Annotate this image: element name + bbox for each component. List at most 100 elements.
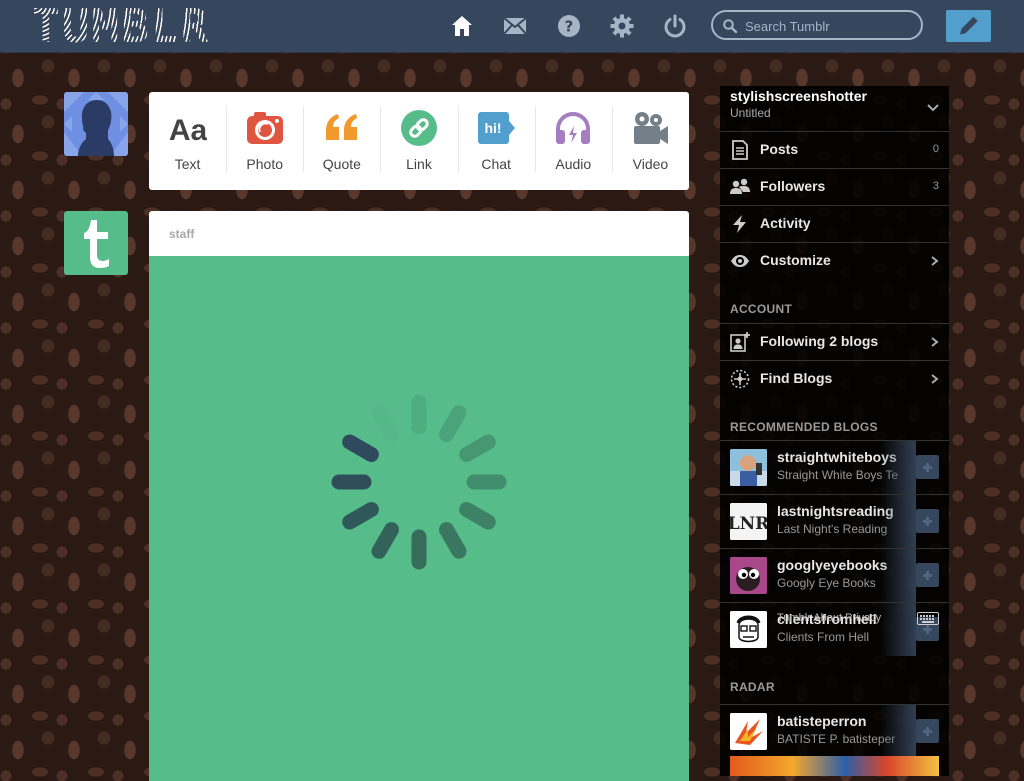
spinner-segment bbox=[439, 405, 467, 442]
recommended-blog[interactable]: googlyeyebooks Googly Eye Books bbox=[720, 548, 949, 602]
sidebar-item-label: Customize bbox=[760, 252, 831, 268]
sidebar-item-find-blogs[interactable]: Find Blogs bbox=[720, 360, 949, 396]
post-type-text[interactable]: Aa Text bbox=[149, 92, 226, 190]
post-type-photo[interactable]: Photo bbox=[226, 92, 303, 190]
post-type-quote[interactable]: Quote bbox=[303, 92, 380, 190]
svg-text:hi!: hi! bbox=[485, 120, 502, 136]
sidebar-item-label: Following 2 blogs bbox=[760, 333, 879, 349]
help-icon[interactable]: ? bbox=[557, 14, 581, 38]
post-author[interactable]: staff bbox=[169, 227, 194, 241]
link-icon bbox=[400, 110, 437, 146]
fade-overlay bbox=[880, 603, 916, 656]
sidebar-item-activity[interactable]: Activity bbox=[720, 205, 949, 241]
sidebar-item-count: 0 bbox=[932, 143, 939, 155]
radar-heading: RADAR bbox=[730, 680, 775, 694]
footer-links[interactable]: Tumblr About Privacy bbox=[777, 612, 881, 624]
recommended-blog[interactable]: LNR lastnightsreading Last Night's Readi… bbox=[720, 494, 949, 548]
blog-avatar[interactable] bbox=[730, 611, 767, 648]
cartoon-face-icon bbox=[730, 611, 767, 648]
posts-icon bbox=[732, 140, 748, 160]
post-type-video[interactable]: Video bbox=[611, 92, 689, 190]
radar-blog[interactable]: batisteperron BATISTE P. batisteper bbox=[720, 704, 949, 758]
recommended-blog[interactable]: clientsfromhell Clients From Hell bbox=[720, 602, 949, 656]
sidebar-item-count: 3 bbox=[932, 180, 939, 192]
chat-icon: hi! bbox=[478, 112, 516, 144]
chevron-down-icon bbox=[927, 104, 939, 112]
search-input[interactable] bbox=[743, 16, 917, 36]
spinner-segment bbox=[342, 434, 379, 462]
keyboard-icon[interactable] bbox=[917, 612, 939, 625]
chevron-right-icon bbox=[931, 337, 939, 347]
lightning-icon bbox=[733, 215, 746, 233]
blog-avatar[interactable]: LNR bbox=[730, 503, 767, 540]
follow-button[interactable] bbox=[916, 719, 939, 743]
post-type-label: Photo bbox=[246, 156, 283, 172]
text-icon: Aa bbox=[169, 114, 207, 146]
account-heading: ACCOUNT bbox=[730, 302, 793, 316]
recommended-blogs-heading: RECOMMENDED BLOGS bbox=[730, 420, 878, 434]
loading-spinner-icon bbox=[331, 394, 507, 570]
top-navigation-bar: TUMBLR ? bbox=[0, 0, 1024, 53]
pencil-icon bbox=[960, 15, 980, 35]
tumblr-t-icon bbox=[84, 220, 109, 268]
search-box[interactable] bbox=[711, 10, 923, 40]
spinner-segment bbox=[342, 502, 379, 530]
follow-button[interactable] bbox=[916, 509, 939, 533]
user-avatar[interactable] bbox=[64, 92, 128, 156]
sidebar-item-label: Activity bbox=[760, 215, 811, 231]
followers-icon bbox=[730, 178, 750, 194]
video-camera-icon bbox=[634, 112, 669, 144]
blog-avatar[interactable] bbox=[730, 449, 767, 486]
post-type-audio[interactable]: Audio bbox=[534, 92, 612, 190]
sidebar-item-posts[interactable]: Posts 0 bbox=[720, 131, 949, 167]
post-media bbox=[149, 256, 689, 781]
flame-bird-icon bbox=[730, 713, 767, 750]
follow-button[interactable] bbox=[916, 455, 939, 479]
tumblr-logo[interactable]: TUMBLR bbox=[32, 2, 210, 50]
lnr-logo-icon: LNR bbox=[730, 503, 767, 540]
fade-overlay bbox=[880, 549, 916, 602]
camera-icon bbox=[246, 112, 283, 144]
blog-avatar[interactable] bbox=[730, 557, 767, 594]
recommended-blog[interactable]: straightwhiteboys Straight White Boys Te bbox=[720, 440, 949, 494]
spinner-segment bbox=[459, 434, 496, 462]
chevron-right-icon bbox=[931, 374, 939, 384]
compass-icon bbox=[730, 369, 750, 389]
post-type-chat[interactable]: hi! Chat bbox=[457, 92, 535, 190]
account-subtitle: Untitled bbox=[730, 106, 771, 120]
quote-icon bbox=[325, 114, 357, 140]
post-type-label: Video bbox=[632, 156, 669, 172]
power-icon[interactable] bbox=[663, 14, 687, 38]
blog-avatar-image bbox=[730, 449, 767, 486]
post-composer: Aa Text Photo Quote Link hi! Chat Audio … bbox=[149, 92, 689, 190]
spinner-segment bbox=[439, 522, 467, 559]
mail-icon[interactable] bbox=[503, 14, 527, 38]
fade-overlay bbox=[880, 495, 916, 548]
default-avatar-icon bbox=[64, 92, 128, 156]
post-type-link[interactable]: Link bbox=[380, 92, 457, 190]
compose-button[interactable] bbox=[946, 10, 991, 42]
sidebar-item-customize[interactable]: Customize bbox=[720, 242, 949, 278]
blog-avatar[interactable] bbox=[730, 713, 767, 750]
sidebar: stylishscreenshotter Untitled Posts 0 Fo… bbox=[720, 86, 949, 776]
sidebar-item-following[interactable]: Following 2 blogs bbox=[720, 323, 949, 359]
sidebar-item-label: Followers bbox=[760, 178, 826, 194]
svg-text:Aa: Aa bbox=[169, 114, 207, 146]
spinner-segment bbox=[371, 522, 399, 559]
home-icon[interactable] bbox=[450, 14, 474, 38]
post-type-label: Audio bbox=[555, 156, 592, 172]
svg-text:LNR: LNR bbox=[730, 514, 767, 534]
search-icon bbox=[723, 19, 737, 33]
staff-avatar[interactable] bbox=[64, 211, 128, 275]
fade-overlay bbox=[880, 705, 916, 758]
sidebar-item-label: Posts bbox=[760, 141, 799, 157]
gear-icon[interactable] bbox=[610, 14, 634, 38]
following-icon bbox=[730, 332, 750, 352]
radar-post-image[interactable] bbox=[730, 756, 939, 776]
sidebar-item-followers[interactable]: Followers 3 bbox=[720, 168, 949, 204]
fade-overlay bbox=[880, 441, 916, 494]
chevron-right-icon bbox=[931, 256, 939, 266]
follow-button[interactable] bbox=[916, 563, 939, 587]
spinner-segment bbox=[459, 502, 496, 530]
googly-eyes-icon bbox=[730, 557, 767, 594]
